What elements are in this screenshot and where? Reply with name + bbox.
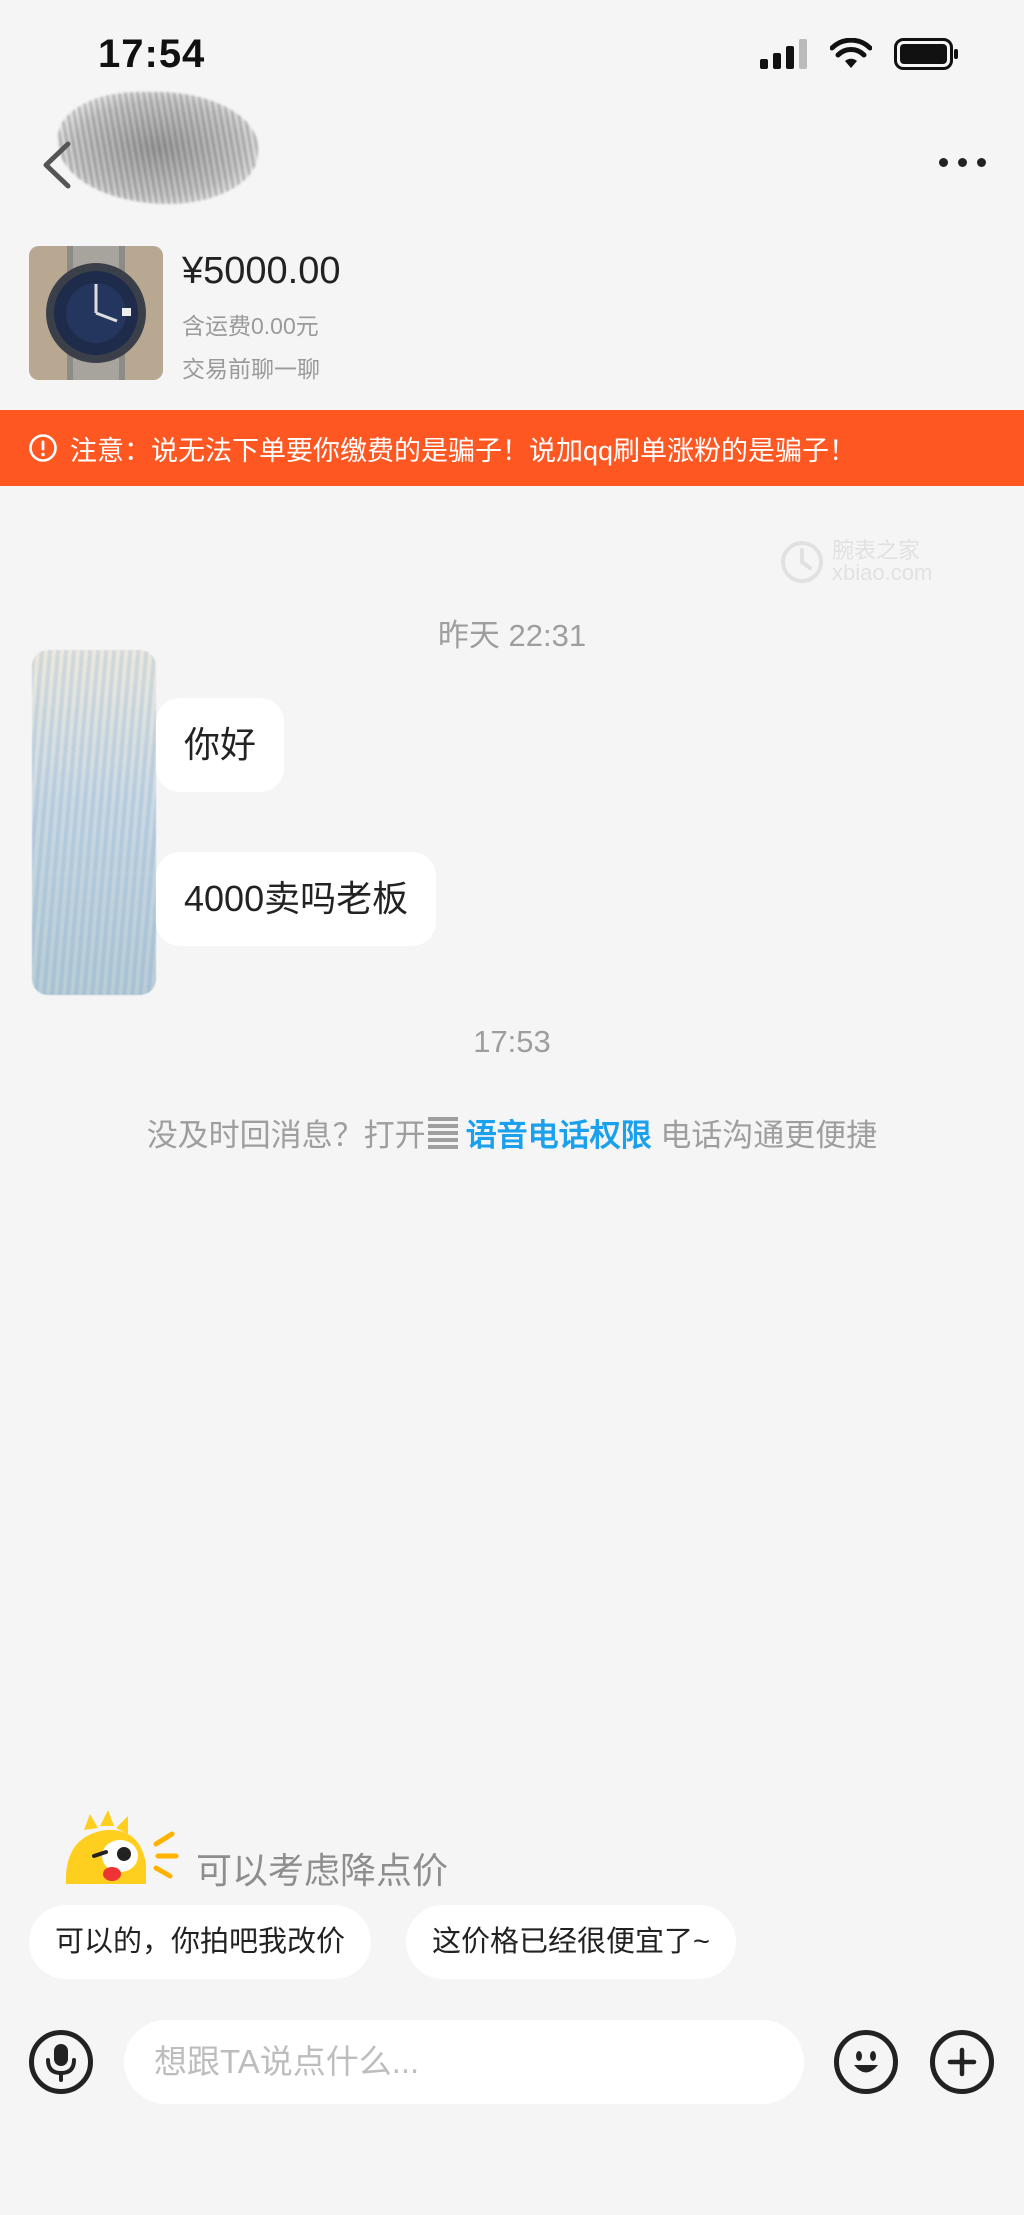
permission-prefix: 没及时回消息？打开 <box>146 1118 426 1153</box>
mascot-icon <box>65 1810 179 1884</box>
alert-circle-icon <box>29 434 57 462</box>
more-actions-button[interactable] <box>930 2030 994 2094</box>
plus-icon <box>947 2047 977 2077</box>
battery-icon <box>894 38 958 70</box>
signal-icon <box>760 39 807 69</box>
chat-timestamp: 17:53 <box>473 1024 551 1059</box>
seller-avatar[interactable] <box>58 92 258 204</box>
suggestion-title: 可以考虑降点价 <box>196 1850 449 1891</box>
voice-permission-link[interactable]: 语音电话权限 <box>466 1118 652 1153</box>
sender-avatar[interactable] <box>32 650 156 995</box>
product-shipping: 含运费0.00元 <box>182 313 319 339</box>
permission-tip: 没及时回消息？打开 语音电话权限 电话沟通更便捷 <box>0 1110 1024 1155</box>
quick-reply-chip[interactable]: 可以的，你拍吧我改价 <box>29 1905 372 1979</box>
status-icons <box>760 38 960 70</box>
message-input[interactable] <box>124 2020 804 2104</box>
emoji-button[interactable] <box>834 2030 898 2094</box>
product-price: ¥5000.00 <box>182 250 341 292</box>
emoji-icon <box>854 2051 878 2073</box>
status-time: 17:54 <box>98 32 206 76</box>
watermark: 腕表之家 xbiao.com <box>780 540 932 584</box>
message-bubble[interactable]: 4000卖吗老板 <box>156 852 437 946</box>
microphone-icon <box>46 2044 76 2082</box>
permission-suffix: 电话沟通更便捷 <box>660 1118 878 1153</box>
message-bubble[interactable]: 你好 <box>156 698 285 792</box>
document-icon <box>427 1117 458 1151</box>
chevron-left-icon <box>43 141 71 189</box>
wifi-icon <box>830 38 872 68</box>
warning-text: 注意：说无法下单要你缴费的是骗子！说加qq刷单涨粉的是骗子！ <box>70 435 857 466</box>
warning-banner: 注意：说无法下单要你缴费的是骗子！说加qq刷单涨粉的是骗子！ <box>0 410 1024 486</box>
chat-timestamp: 昨天 22:31 <box>437 618 587 653</box>
more-dots-icon <box>939 158 948 167</box>
watch-logo-icon <box>781 541 823 583</box>
quick-reply-chip[interactable]: 这价格已经很便宜了~ <box>406 1905 736 1979</box>
product-hint: 交易前聊一聊 <box>182 356 320 382</box>
more-button[interactable] <box>939 158 986 167</box>
watermark-line1: 腕表之家 <box>832 538 921 563</box>
watch-image <box>29 246 163 380</box>
voice-button[interactable] <box>29 2030 93 2094</box>
watermark-line2: xbiao.com <box>832 560 933 585</box>
back-button[interactable] <box>38 140 78 190</box>
product-thumbnail[interactable] <box>29 246 163 380</box>
